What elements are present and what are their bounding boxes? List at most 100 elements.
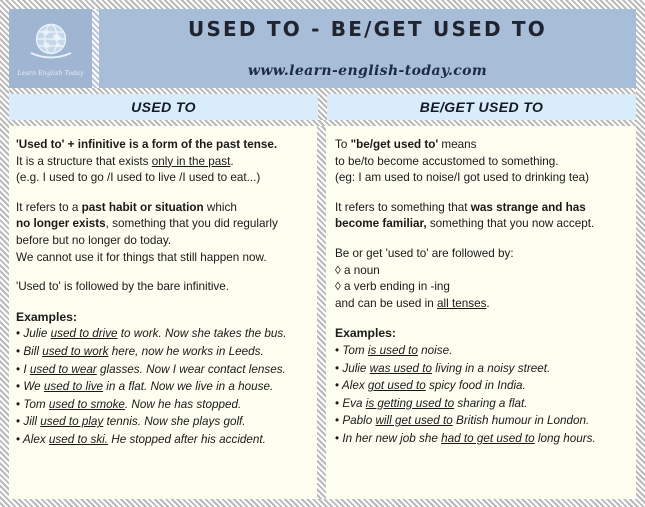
right-examples-heading: Examples: [335, 326, 396, 341]
right-b3-line4-pre: and can be used in [335, 296, 438, 310]
left-gap-1 [16, 187, 311, 200]
right-examples-list: • Tom is used to noise. • Julie was used… [335, 342, 630, 448]
right-b2-line2-bold: become familiar, [335, 217, 427, 231]
list-item: • Pablo will get used to British humour … [335, 412, 630, 430]
right-b3-bullet-2-label: a verb ending in -ing [340, 280, 450, 294]
bullet-glyph: • [16, 397, 21, 411]
right-block-2: It refers to something that was strange … [335, 200, 630, 233]
list-item: • Alex got used to spicy food in India. [335, 377, 630, 395]
list-item: • Tom is used to noise. [335, 342, 630, 360]
example-underline: had to get used to [441, 431, 535, 445]
example-post: tennis. Now she plays golf. [103, 415, 246, 429]
column-header-band: USED TO BE/GET USED TO [9, 94, 636, 120]
example-underline: used to wear [29, 362, 97, 376]
left-b2-line3: before but no longer do today. [16, 233, 172, 247]
example-underline: used to smoke [48, 397, 125, 411]
left-b2-line4: We cannot use it for things that still h… [16, 250, 267, 264]
globe-icon [25, 20, 77, 69]
example-post: He stopped after his accident. [108, 432, 266, 446]
left-examples-list: • Julie used to drive to work. Now she t… [16, 325, 311, 448]
example-pre: Tom [342, 343, 368, 357]
list-item: • Alex used to ski. He stopped after his… [16, 431, 311, 449]
example-post: . Now he has stopped. [124, 397, 242, 411]
left-b2-line2-bold: no longer exists [16, 217, 106, 231]
right-b2-line2: become familiar, something that you now … [335, 216, 630, 233]
example-pre: Eva [342, 396, 366, 410]
masthead-divider [92, 9, 99, 88]
column-be-get-used-to: To "be/get used to' means to be/to becom… [326, 126, 636, 499]
right-gap-3 [335, 312, 630, 325]
right-b2-line2-post: something that you now accept. [426, 217, 595, 231]
column-header-divider [318, 94, 327, 120]
left-b1-line2-underline: only in the past [151, 154, 231, 168]
right-b2-line1-bold: was strange and has [470, 200, 586, 214]
list-item: • Eva is getting used to sharing a flat. [335, 395, 630, 413]
site-url[interactable]: www.learn-english-today.com [99, 63, 636, 79]
column-header-used-to: USED TO [9, 94, 318, 120]
example-underline: got used to [367, 379, 426, 393]
example-post: in a flat. Now we live in a house. [103, 380, 274, 394]
example-underline: was used to [369, 361, 433, 375]
list-item: • Julie was used to living in a noisy st… [335, 360, 630, 378]
example-underline: will get used to [375, 414, 453, 428]
list-item: • Tom used to smoke. Now he has stopped. [16, 396, 311, 414]
left-b1-line2-pre: It is a structure that exists [16, 154, 152, 168]
left-b2-line1-pre: It refers to a [16, 200, 82, 214]
right-b3-line4: and can be used in all tenses. [335, 296, 630, 313]
bullet-glyph: • [335, 396, 340, 410]
left-gap-3 [16, 296, 311, 309]
column-divider [317, 126, 326, 499]
content-columns: 'Used to' + infinitive is a form of the … [9, 126, 636, 499]
masthead: Learn English Today USED TO - BE/GET USE… [9, 9, 636, 88]
example-pre: In her new job she [342, 431, 442, 445]
bullet-glyph: • [335, 343, 340, 357]
right-b3-bullet-1: ◊ a noun [335, 263, 630, 280]
example-underline: used to ski. [48, 432, 109, 446]
list-item: • Jill used to play tennis. Now she play… [16, 413, 311, 431]
left-b2-line2: no longer exists, something that you did… [16, 216, 311, 233]
left-b1-line3: (e.g. I used to go /I used to live /I us… [16, 171, 261, 185]
bullet-glyph: • [16, 432, 21, 446]
example-post: British humour in London. [452, 414, 590, 428]
example-pre: Julie [23, 327, 51, 341]
left-b3-line1: 'Used to' is followed by the bare infini… [16, 280, 230, 294]
example-post: noise. [417, 343, 453, 357]
site-logo[interactable]: Learn English Today [9, 9, 92, 88]
example-underline: used to live [43, 380, 104, 394]
example-post: spicy food in India. [425, 379, 526, 393]
example-pre: Pablo [342, 414, 376, 428]
bullet-glyph: • [16, 380, 21, 394]
left-b2-line1-post: which [203, 200, 237, 214]
example-pre: We [23, 380, 44, 394]
page-title: USED TO - BE/GET USED TO [188, 17, 547, 41]
worksheet-sheet: Learn English Today USED TO - BE/GET USE… [0, 0, 645, 507]
bullet-glyph: • [16, 344, 21, 358]
right-b1-line1: To "be/get used to' means [335, 137, 630, 154]
example-underline: is used to [367, 343, 418, 357]
bullet-glyph: • [16, 327, 21, 341]
list-item: • Julie used to drive to work. Now she t… [16, 325, 311, 343]
example-pre: Alex [22, 432, 49, 446]
right-b1-line1-pre: To [335, 138, 351, 151]
right-b1-line2: to be/to become accustomed to something. [335, 154, 559, 168]
list-item: • In her new job she had to get used to … [335, 430, 630, 448]
bullet-glyph: • [335, 414, 340, 428]
left-b1-line2: It is a structure that exists only in th… [16, 154, 311, 171]
example-underline: used to drive [50, 327, 118, 341]
right-b1-line3: (eg: I am used to noise/I got used to dr… [335, 171, 590, 185]
left-b1-line1-text: 'Used to' + infinitive is a form of the … [16, 138, 278, 151]
bullet-glyph: • [335, 379, 340, 393]
bullet-glyph: • [16, 362, 21, 376]
example-underline: used to play [40, 415, 104, 429]
list-item: • I used to wear glasses. Now I wear con… [16, 361, 311, 379]
left-examples-heading: Examples: [16, 309, 77, 324]
left-gap-2 [16, 266, 311, 279]
right-b3-bullet-1-label: a noun [340, 263, 380, 277]
site-logo-caption: Learn English Today [17, 70, 84, 77]
right-b1-line1-post: means [438, 138, 477, 151]
right-b1-line1-bold: "be/get used to' [350, 138, 439, 151]
right-b3-line1: Be or get 'used to' are followed by: [335, 246, 514, 260]
right-b3-line4-underline: all tenses [437, 296, 487, 310]
right-b3-line4-post: . [486, 296, 490, 310]
example-post: living in a noisy street. [432, 361, 551, 375]
